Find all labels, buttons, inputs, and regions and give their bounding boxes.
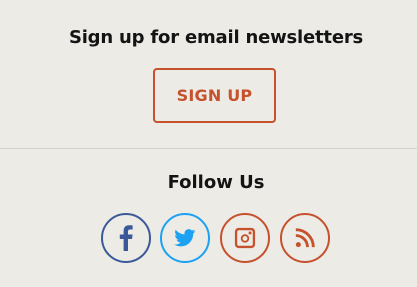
signup-button[interactable]: SIGN UP xyxy=(153,68,276,123)
facebook-icon[interactable] xyxy=(101,213,151,263)
newsletter-title: Sign up for email newsletters xyxy=(68,27,364,48)
newsletter-section: Sign up for email newsletters SIGN UP xyxy=(0,0,417,148)
twitter-icon[interactable] xyxy=(160,213,210,263)
newsletter-follow-panel: Sign up for email newsletters SIGN UP Fo… xyxy=(0,0,417,287)
instagram-icon[interactable] xyxy=(220,213,270,263)
rss-icon[interactable] xyxy=(280,213,330,263)
follow-title: Follow Us xyxy=(167,172,265,193)
section-divider xyxy=(0,148,417,149)
